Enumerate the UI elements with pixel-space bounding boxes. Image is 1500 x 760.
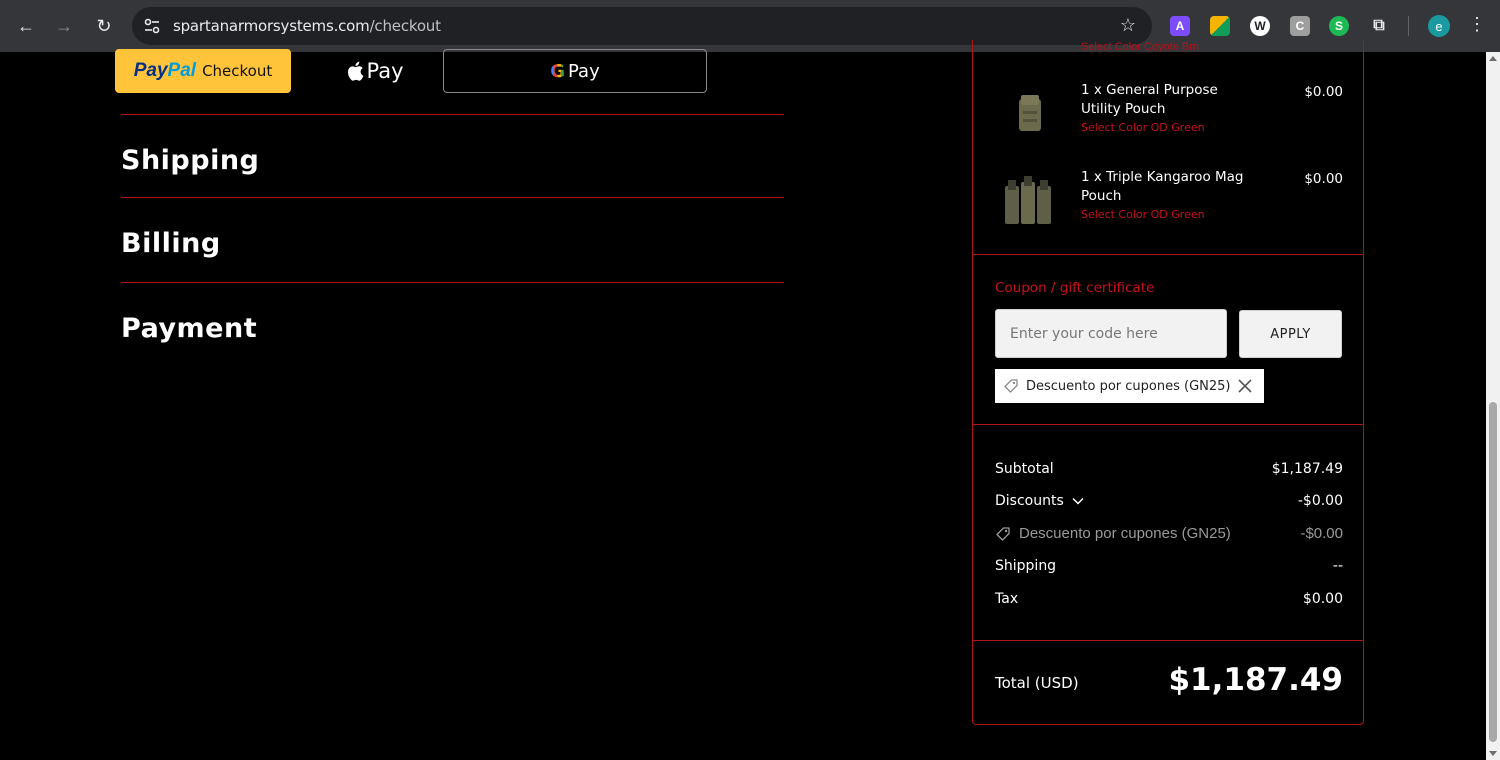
shipping-label: Shipping — [995, 558, 1057, 574]
item-name: 1 x General Purpose Utility Pouch — [1081, 82, 1218, 117]
item-option: Select Color OD Green — [1081, 121, 1205, 134]
chevron-down-icon[interactable] — [1072, 497, 1084, 505]
paypal-checkout-label: Checkout — [202, 62, 273, 80]
page-scrollbar[interactable] — [1486, 52, 1500, 760]
a-extension-icon[interactable]: A — [1170, 16, 1190, 36]
apple-pay-button[interactable]: Pay — [325, 49, 425, 93]
shipping-section-title[interactable]: Shipping — [121, 145, 259, 176]
section-divider — [121, 114, 784, 115]
item-option: Select Color OD Green — [1081, 208, 1205, 221]
total-row: Total (USD) $1,187.49 — [995, 662, 1343, 702]
applied-coupon-label: Descuento por cupones (GN25) — [1026, 378, 1231, 394]
order-summary: Select Color Coyote Brn 1 x General Purp… — [972, 40, 1364, 725]
payment-section-title[interactable]: Payment — [121, 313, 257, 344]
url-host: spartanarmorsystems.com — [173, 17, 370, 35]
summary-divider — [973, 640, 1363, 641]
total-value: $1,187.49 — [1168, 662, 1343, 698]
applied-coupon-tag: Descuento por cupones (GN25) — [995, 369, 1264, 403]
scroll-up-arrow-icon[interactable] — [1489, 56, 1497, 61]
tag-icon — [1004, 379, 1018, 393]
grid-extension-icon[interactable] — [1210, 16, 1230, 36]
item-price: $0.00 — [1304, 84, 1343, 100]
summary-divider — [973, 424, 1363, 425]
summary-divider — [973, 254, 1363, 255]
google-pay-label: Pay — [568, 60, 600, 82]
shipping-value: -- — [1332, 558, 1343, 574]
toolbar-divider — [1408, 16, 1409, 36]
paypal-logo: PayPal — [133, 60, 197, 81]
billing-section-title[interactable]: Billing — [121, 228, 221, 259]
tax-value: $0.00 — [1302, 591, 1343, 607]
coupon-label: Coupon / gift certificate — [995, 280, 1155, 296]
profile-avatar[interactable]: e — [1428, 15, 1450, 37]
discount-detail-label-wrap: Descuento por cupones (GN25) — [995, 525, 1231, 542]
discounts-toggle[interactable]: Discounts — [995, 493, 1084, 509]
google-pay-button[interactable]: G Pay — [443, 49, 707, 93]
tax-label: Tax — [995, 591, 1019, 607]
item-name: 1 x Triple Kangaroo Mag Pouch — [1081, 169, 1244, 204]
tag-icon — [996, 526, 1010, 541]
section-divider — [121, 282, 784, 283]
scroll-down-arrow-icon[interactable] — [1489, 751, 1497, 756]
back-arrow-icon[interactable]: ← — [14, 14, 38, 38]
subtotal-label: Subtotal — [995, 461, 1054, 477]
s-extension-icon[interactable]: S — [1329, 16, 1349, 36]
w-extension-icon[interactable]: W — [1250, 16, 1270, 36]
site-settings-icon[interactable] — [142, 16, 162, 36]
bookmark-star-icon[interactable]: ☆ — [1120, 15, 1136, 36]
apple-logo-icon — [348, 61, 364, 81]
mag-pouch-thumbnail — [999, 172, 1059, 232]
item-price: $0.00 — [1304, 171, 1343, 187]
apple-pay-label: Pay — [366, 59, 404, 83]
url-text[interactable]: spartanarmorsystems.com/checkout — [173, 17, 441, 35]
section-divider — [121, 197, 784, 198]
apply-coupon-button[interactable]: APPLY — [1239, 310, 1342, 358]
discounts-value: -$0.00 — [1297, 493, 1343, 509]
discounts-label: Discounts — [995, 493, 1064, 509]
total-label: Total (USD) — [995, 674, 1079, 692]
url-path: /checkout — [369, 17, 441, 35]
discount-detail-label: Descuento por cupones (GN25) — [1019, 525, 1231, 542]
forward-arrow-icon[interactable]: → — [52, 14, 76, 38]
c-extension-icon[interactable]: C — [1290, 16, 1310, 36]
scrollbar-thumb[interactable] — [1489, 402, 1497, 742]
reload-icon[interactable]: ↻ — [92, 14, 116, 38]
menu-kebab-icon[interactable]: ⋮ — [1468, 14, 1486, 35]
coupon-code-input[interactable] — [995, 309, 1227, 358]
cut-off-option-text: Select Color Coyote Brn — [1081, 42, 1199, 52]
paypal-checkout-button[interactable]: PayPal Checkout — [115, 49, 291, 93]
discount-detail-value: -$0.00 — [1300, 525, 1343, 542]
utility-pouch-thumbnail — [999, 85, 1059, 145]
extensions-puzzle-icon[interactable]: ⧉ — [1369, 16, 1389, 36]
subtotal-value: $1,187.49 — [1271, 461, 1343, 477]
google-g-icon: G — [550, 60, 566, 82]
remove-coupon-close-icon[interactable] — [1236, 377, 1254, 395]
